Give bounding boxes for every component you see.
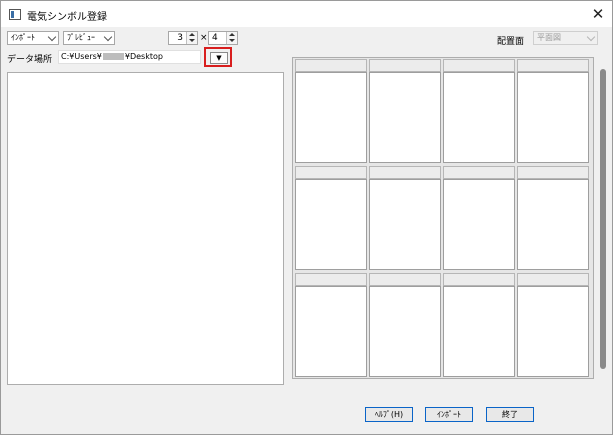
grid-cell-header xyxy=(443,273,515,286)
grid-cell-header xyxy=(443,166,515,179)
data-location-path: C:¥Users¥ ¥Desktop xyxy=(58,50,201,64)
grid-cell[interactable] xyxy=(295,179,367,270)
grid-cell[interactable] xyxy=(517,72,589,163)
symbol-list-panel[interactable] xyxy=(7,72,284,385)
grid-cell-header xyxy=(295,166,367,179)
grid-cell[interactable] xyxy=(369,179,441,270)
preview-mode-select[interactable]: ﾌﾟﾚﾋﾞｭｰ xyxy=(63,31,115,45)
close-window-button[interactable]: ✕ xyxy=(588,4,608,24)
rows-spin-buttons[interactable] xyxy=(186,32,197,44)
path-suffix: ¥Desktop xyxy=(124,52,163,61)
rows-stepper[interactable]: 3 xyxy=(168,31,198,45)
grid-cell-header xyxy=(517,273,589,286)
cols-stepper[interactable]: 4 xyxy=(208,31,238,45)
grid-cell-header xyxy=(443,59,515,72)
exit-button[interactable]: 終了 xyxy=(486,407,534,422)
grid-cell-header xyxy=(517,166,589,179)
cols-spin-buttons[interactable] xyxy=(226,32,237,44)
chevron-down-icon xyxy=(586,32,596,42)
preview-grid xyxy=(292,57,594,379)
help-button[interactable]: ﾍﾙﾌﾟ(H) xyxy=(365,407,413,422)
grid-cell[interactable] xyxy=(369,286,441,377)
spin-down-icon[interactable] xyxy=(189,39,195,42)
app-icon xyxy=(9,9,21,20)
grid-size-times: × xyxy=(200,33,208,43)
grid-cell-header xyxy=(369,166,441,179)
title-bar: 電気シンボル登録 ✕ xyxy=(1,1,612,27)
symbol-register-window: 電気シンボル登録 ✕ ｲﾝﾎﾟｰﾄ ﾌﾟﾚﾋﾞｭｰ 3 × 4 配置面 平面図 … xyxy=(0,0,613,435)
grid-cell[interactable] xyxy=(295,286,367,377)
grid-cell[interactable] xyxy=(517,286,589,377)
grid-cell-header xyxy=(517,59,589,72)
spin-down-icon[interactable] xyxy=(229,39,235,42)
grid-scrollbar[interactable] xyxy=(597,57,609,379)
chevron-down-icon xyxy=(47,32,57,42)
spin-up-icon[interactable] xyxy=(189,33,195,36)
window-title: 電気シンボル登録 xyxy=(27,12,107,23)
grid-cell-header xyxy=(369,273,441,286)
grid-cell-header xyxy=(295,59,367,72)
grid-cell[interactable] xyxy=(295,72,367,163)
layout-value: 平面図 xyxy=(537,33,561,42)
browse-folder-button[interactable]: ▼ xyxy=(210,52,228,64)
import-button[interactable]: ｲﾝﾎﾟｰﾄ xyxy=(425,407,473,422)
grid-cell[interactable] xyxy=(443,179,515,270)
redacted-username xyxy=(102,53,124,60)
spin-up-icon[interactable] xyxy=(229,33,235,36)
chevron-down-icon xyxy=(103,32,113,42)
grid-cell[interactable] xyxy=(369,72,441,163)
preview-mode-value: ﾌﾟﾚﾋﾞｭｰ xyxy=(67,33,95,42)
cols-value: 4 xyxy=(212,33,218,43)
grid-cell[interactable] xyxy=(517,179,589,270)
layout-label: 配置面 xyxy=(497,37,525,47)
data-location-label: データ場所 xyxy=(7,55,53,65)
import-mode-value: ｲﾝﾎﾟｰﾄ xyxy=(11,33,35,42)
grid-cell-header xyxy=(369,59,441,72)
grid-scrollbar-thumb[interactable] xyxy=(600,69,606,369)
rows-value: 3 xyxy=(177,33,183,43)
grid-cell-header xyxy=(295,273,367,286)
import-mode-select[interactable]: ｲﾝﾎﾟｰﾄ xyxy=(7,31,59,45)
browse-highlight: ▼ xyxy=(204,47,232,67)
path-prefix: C:¥Users¥ xyxy=(61,52,102,61)
layout-select: 平面図 xyxy=(533,31,598,45)
grid-cell[interactable] xyxy=(443,72,515,163)
grid-cell[interactable] xyxy=(443,286,515,377)
